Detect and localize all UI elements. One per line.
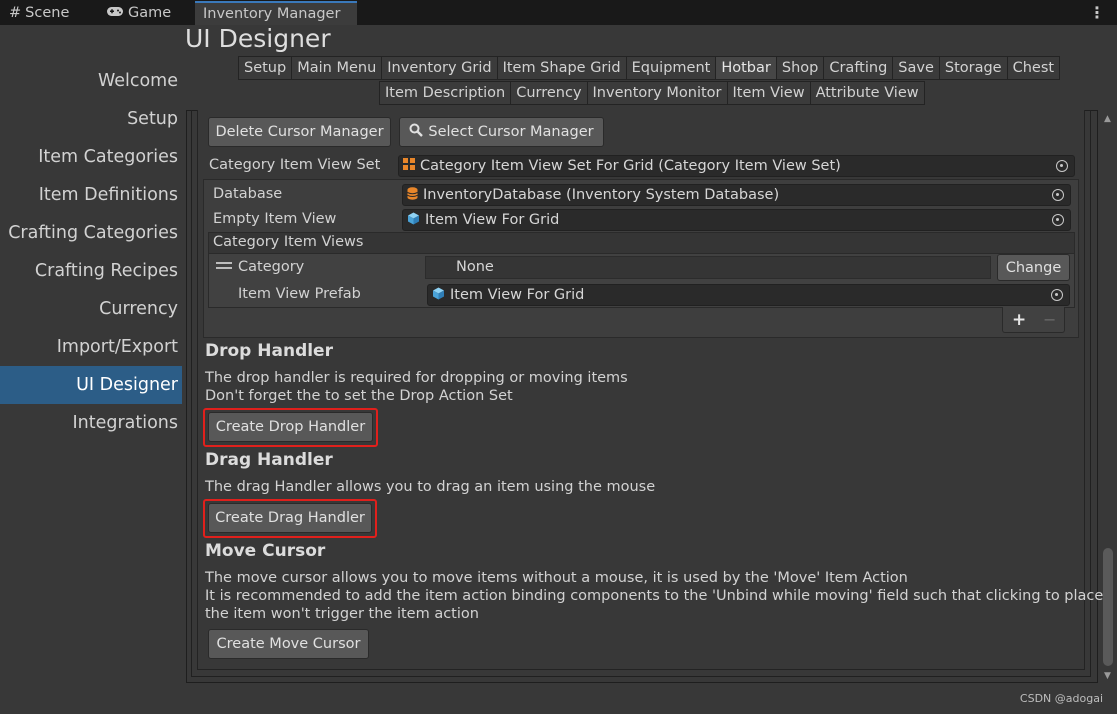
tab-item-description[interactable]: Item Description xyxy=(379,81,512,105)
select-cursor-manager-label: Select Cursor Manager xyxy=(428,124,594,140)
move-cursor-title: Move Cursor xyxy=(205,541,326,561)
category-value: None xyxy=(456,259,494,275)
tab-shop[interactable]: Shop xyxy=(775,56,825,80)
sidebar-item-ui-designer[interactable]: UI Designer xyxy=(0,366,182,404)
tab-attribute-view[interactable]: Attribute View xyxy=(809,81,925,105)
change-button[interactable]: Change xyxy=(997,254,1070,281)
empty-item-view-field[interactable]: Item View For Grid xyxy=(402,209,1071,231)
watermark: CSDN @adogai xyxy=(1019,692,1103,705)
list-footer: + − xyxy=(1002,307,1065,333)
item-view-prefab-label: Item View Prefab xyxy=(238,286,361,302)
drop-handler-desc-2: Don't forget the to set the Drop Action … xyxy=(205,388,513,404)
delete-cursor-manager-button[interactable]: Delete Cursor Manager xyxy=(208,117,391,147)
designer-tabs-row1: Setup Main Menu Inventory Grid Item Shap… xyxy=(238,56,1061,80)
tab-inventory-manager-label: Inventory Manager xyxy=(203,6,341,22)
tab-setup[interactable]: Setup xyxy=(238,56,293,80)
tab-game-label: Game xyxy=(128,4,172,21)
database-label: Database xyxy=(213,186,283,202)
scroll-down-icon[interactable]: ▼ xyxy=(1104,671,1111,681)
object-picker-icon[interactable] xyxy=(1051,289,1063,301)
tab-item-view[interactable]: Item View xyxy=(726,81,811,105)
category-item-view-set-label: Category Item View Set xyxy=(209,157,381,173)
sidebar-item-item-categories[interactable]: Item Categories xyxy=(38,138,178,176)
tab-inventory-manager[interactable]: Inventory Manager xyxy=(195,1,357,25)
scrollbar-thumb[interactable] xyxy=(1103,548,1113,666)
tab-save[interactable]: Save xyxy=(892,56,940,80)
tab-scene[interactable]: # Scene xyxy=(9,0,69,25)
move-cursor-desc-1: The move cursor allows you to move items… xyxy=(205,570,908,586)
category-item-view-set-value: Category Item View Set For Grid (Categor… xyxy=(420,158,841,174)
tab-crafting[interactable]: Crafting xyxy=(823,56,894,80)
scroll-up-icon[interactable]: ▲ xyxy=(1104,114,1111,124)
drop-handler-title: Drop Handler xyxy=(205,341,333,361)
drop-handler-desc-1: The drop handler is required for droppin… xyxy=(205,370,628,386)
item-view-prefab-value: Item View For Grid xyxy=(450,287,585,303)
object-picker-icon[interactable] xyxy=(1056,160,1068,172)
move-cursor-desc-3: the item won't trigger the item action xyxy=(205,606,479,622)
sidebar-item-import-export[interactable]: Import/Export xyxy=(57,328,178,366)
sidebar-item-crafting-categories[interactable]: Crafting Categories xyxy=(8,214,178,252)
tab-inventory-grid[interactable]: Inventory Grid xyxy=(381,56,498,80)
drag-handler-title: Drag Handler xyxy=(205,450,333,470)
empty-item-view-value: Item View For Grid xyxy=(425,212,560,228)
select-cursor-manager-button[interactable]: Select Cursor Manager xyxy=(399,117,604,147)
category-label: Category xyxy=(238,259,305,275)
remove-element-button[interactable]: − xyxy=(1043,310,1056,329)
tab-scene-label: Scene xyxy=(25,4,70,21)
move-cursor-desc-2: It is recommended to add the item action… xyxy=(205,588,1104,604)
tab-chest[interactable]: Chest xyxy=(1006,56,1061,80)
more-options-icon[interactable]: ⋮ xyxy=(1089,0,1105,25)
search-icon xyxy=(409,123,424,141)
add-element-button[interactable]: + xyxy=(1012,310,1026,330)
category-item-views-label: Category Item Views xyxy=(213,234,364,250)
sidebar: Welcome Setup Item Categories Item Defin… xyxy=(0,25,182,714)
drag-handle-icon[interactable] xyxy=(216,262,232,270)
page-title: UI Designer xyxy=(185,24,331,53)
tab-storage[interactable]: Storage xyxy=(938,56,1008,80)
database-field[interactable]: InventoryDatabase (Inventory System Data… xyxy=(402,184,1071,206)
grid-icon: # xyxy=(9,4,22,21)
sidebar-item-welcome[interactable]: Welcome xyxy=(98,62,178,100)
object-picker-icon[interactable] xyxy=(1052,214,1064,226)
tab-equipment[interactable]: Equipment xyxy=(625,56,717,80)
drag-handler-highlight xyxy=(203,499,377,538)
database-value: InventoryDatabase (Inventory System Data… xyxy=(423,187,780,203)
sidebar-item-crafting-recipes[interactable]: Crafting Recipes xyxy=(35,252,178,290)
tab-currency[interactable]: Currency xyxy=(510,81,588,105)
tab-hotbar[interactable]: Hotbar xyxy=(715,56,777,80)
create-move-cursor-button[interactable]: Create Move Cursor xyxy=(208,629,369,659)
editor-tab-bar: # Scene Game Inventory Manager ⋮ xyxy=(0,0,1117,25)
gamepad-icon xyxy=(106,5,124,21)
sidebar-item-currency[interactable]: Currency xyxy=(99,290,178,328)
drag-handler-desc-1: The drag Handler allows you to drag an i… xyxy=(205,479,656,495)
grid-asset-icon xyxy=(403,158,415,174)
sidebar-item-integrations[interactable]: Integrations xyxy=(72,404,178,442)
tab-item-shape-grid[interactable]: Item Shape Grid xyxy=(496,56,627,80)
category-value-field[interactable]: None xyxy=(425,256,991,279)
drop-handler-highlight xyxy=(203,408,378,447)
designer-tabs-row2: Item Description Currency Inventory Moni… xyxy=(379,81,925,105)
category-item-view-set-field[interactable]: Category Item View Set For Grid (Categor… xyxy=(398,155,1075,177)
empty-item-view-label: Empty Item View xyxy=(213,211,337,227)
sidebar-item-item-definitions[interactable]: Item Definitions xyxy=(39,176,178,214)
sidebar-item-setup[interactable]: Setup xyxy=(127,100,178,138)
object-picker-icon[interactable] xyxy=(1052,189,1064,201)
tab-main-menu[interactable]: Main Menu xyxy=(291,56,383,80)
item-view-prefab-field[interactable]: Item View For Grid xyxy=(427,284,1070,306)
tab-inventory-monitor[interactable]: Inventory Monitor xyxy=(586,81,728,105)
database-icon xyxy=(407,186,418,204)
tab-game[interactable]: Game xyxy=(106,0,171,25)
prefab-cube-icon xyxy=(407,212,420,229)
prefab-cube-icon xyxy=(432,287,445,304)
